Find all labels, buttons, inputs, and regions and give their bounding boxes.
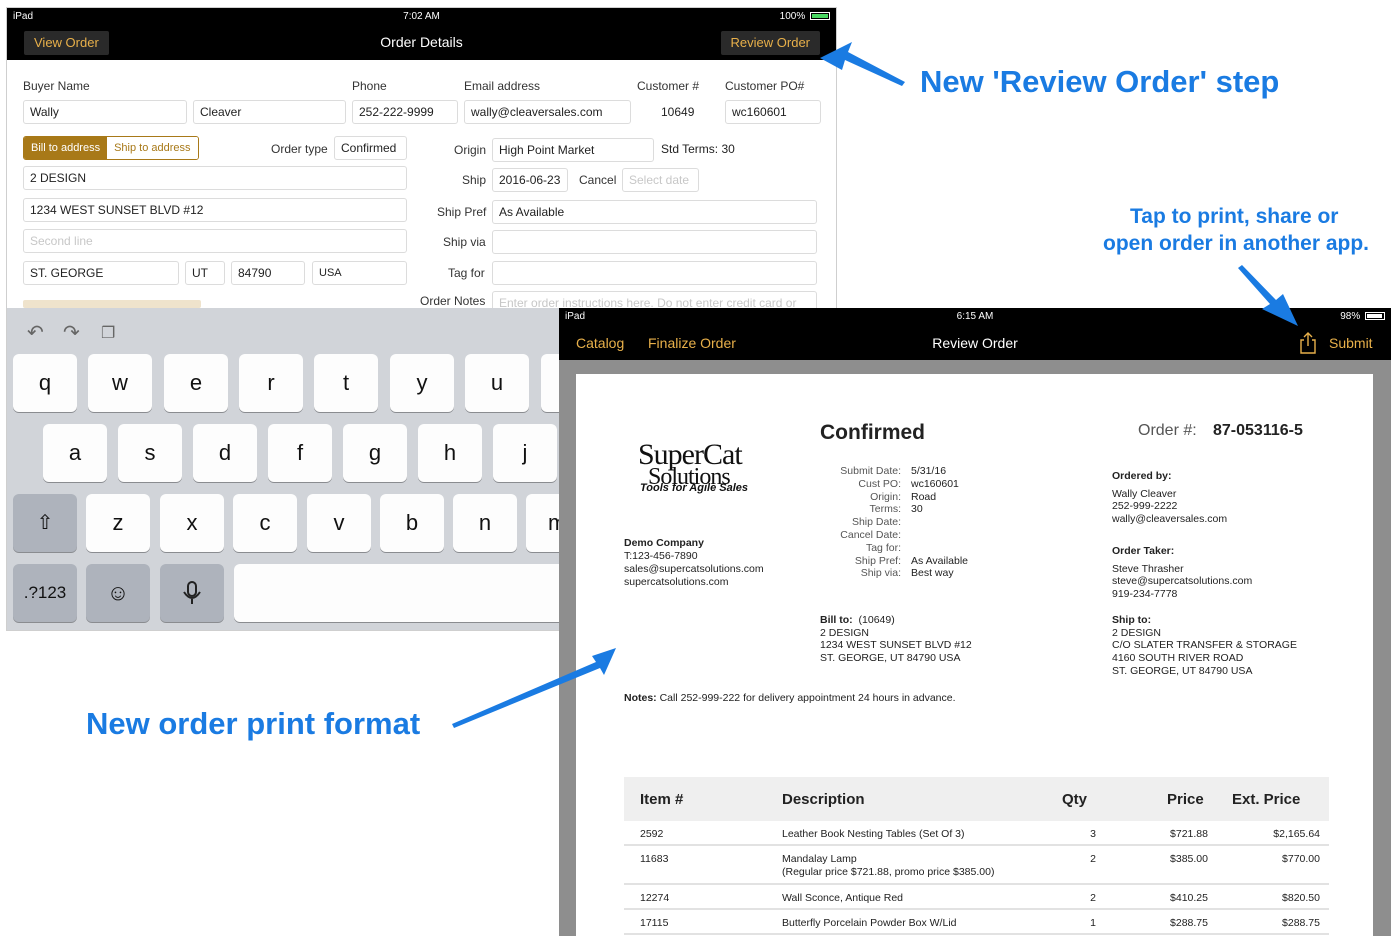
annotation-tap-print-2: open order in another app. <box>1103 232 1370 255</box>
annotation-arrows <box>452 42 1298 728</box>
arrow-print-format <box>452 648 616 728</box>
arrow-share <box>1238 265 1298 326</box>
annotation-review-step: New 'Review Order' step <box>920 64 1280 99</box>
annotation-print-format: New order print format <box>86 706 421 741</box>
annotation-tap-print-1: Tap to print, share or <box>1130 205 1339 228</box>
arrow-review-order <box>820 42 905 86</box>
